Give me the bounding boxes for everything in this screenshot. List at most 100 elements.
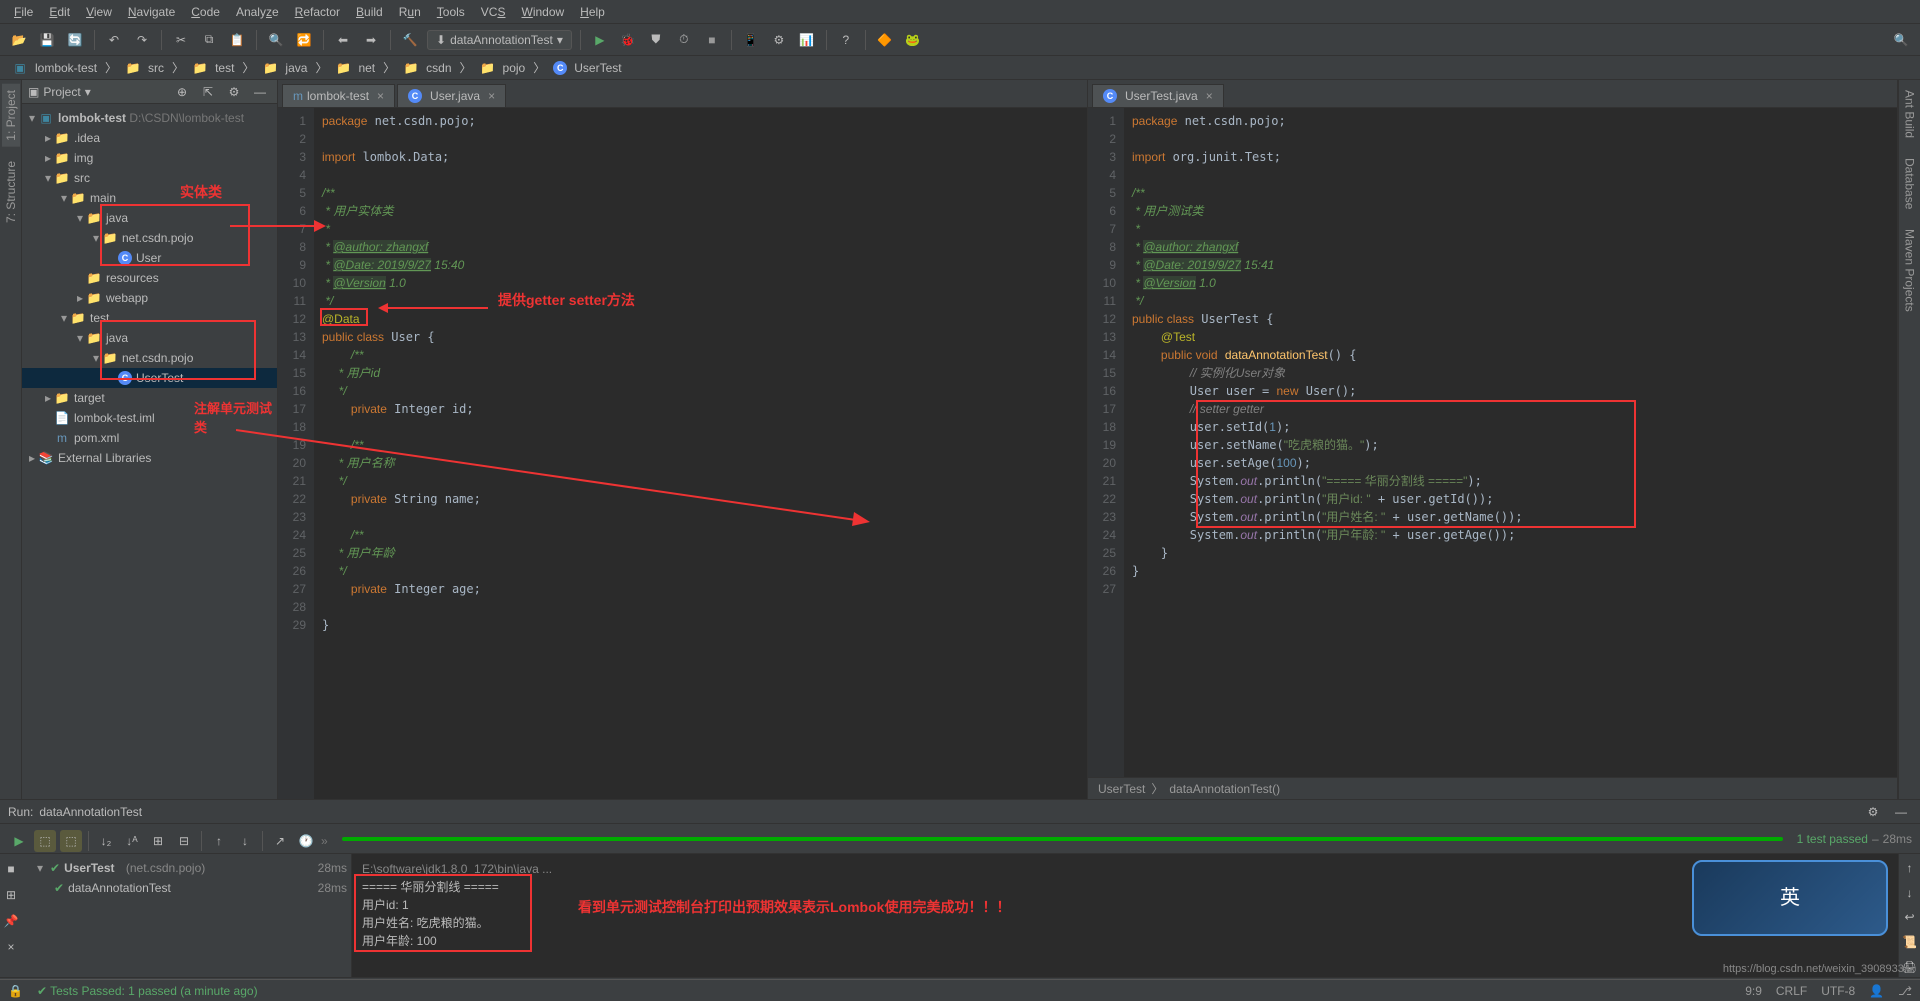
code-editor[interactable]: 1234567891011121314151617181920212223242… (1088, 108, 1897, 777)
debug-icon[interactable]: 🐞 (617, 29, 639, 51)
rerun-icon[interactable]: ▶ (8, 830, 30, 852)
gear-icon[interactable]: ⚙ (1862, 801, 1884, 823)
collapse-icon[interactable]: ⊟ (173, 830, 195, 852)
menu-navigate[interactable]: Navigate (122, 3, 181, 21)
crumb[interactable]: 📁pojo (476, 59, 530, 77)
menu-edit[interactable]: Edit (43, 3, 76, 21)
jrebel-icon[interactable]: 🔶 (874, 29, 896, 51)
open-icon[interactable]: 📂 (8, 29, 30, 51)
inspect-icon[interactable]: 👤 (1869, 984, 1884, 998)
test-tree[interactable]: ▾✔UserTest (net.csdn.pojo)28ms ✔dataAnno… (22, 854, 352, 977)
project-panel-title[interactable]: Project (43, 85, 80, 99)
crumb-root[interactable]: ▣lombok-test (8, 59, 101, 77)
find-icon[interactable]: 🔍 (265, 29, 287, 51)
tab-database[interactable]: Database (1901, 152, 1919, 215)
sort-icon[interactable]: ↓₂ (95, 830, 117, 852)
project-tree[interactable]: ▾▣lombok-test D:\CSDN\lombok-test ▸📁.ide… (22, 104, 277, 799)
chevron-down-icon[interactable]: ▾ (85, 85, 91, 99)
tab-structure[interactable]: 7: Structure (2, 155, 20, 229)
tab-lombok-test[interactable]: mlombok-test× (282, 84, 395, 107)
pin-icon[interactable]: 📌 (0, 910, 22, 932)
tab-ant[interactable]: Ant Build (1901, 84, 1919, 144)
stop-icon[interactable]: ■ (701, 29, 723, 51)
crumb[interactable]: 📁src (121, 59, 168, 77)
sort2-icon[interactable]: ↓ᴬ (121, 830, 143, 852)
crumb[interactable]: 📁test (188, 59, 238, 77)
coverage-icon[interactable]: ⛊ (645, 29, 667, 51)
close-icon[interactable]: × (0, 936, 22, 958)
save-all-icon[interactable]: 💾 (36, 29, 58, 51)
promo-banner[interactable]: 英 (1692, 860, 1888, 936)
git-icon[interactable]: ⎇ (1898, 984, 1912, 998)
undo-icon[interactable]: ↶ (103, 29, 125, 51)
stop-icon[interactable]: ■ (0, 858, 22, 880)
menu-vcs[interactable]: VCS (475, 3, 512, 21)
sync-icon[interactable]: 🔄 (64, 29, 86, 51)
profile-icon[interactable]: ⏱ (673, 29, 695, 51)
console-output[interactable]: E:\software\jdk1.8.0_172\bin\java ... ==… (352, 854, 1898, 977)
tab-user-java[interactable]: CUser.java× (397, 84, 506, 107)
scroll-icon[interactable]: 📜 (1899, 932, 1920, 953)
replace-icon[interactable]: 🔁 (293, 29, 315, 51)
run-config-selector[interactable]: ⬇ dataAnnotationTest ▾ (427, 30, 572, 50)
sdk-icon[interactable]: ⚙ (768, 29, 790, 51)
search-everywhere-icon[interactable]: 🔍 (1890, 29, 1912, 51)
tab-project[interactable]: 1: Project (2, 84, 20, 147)
history-icon[interactable]: 🕐 (295, 830, 317, 852)
hide-icon[interactable]: — (249, 81, 271, 103)
avd-icon[interactable]: 📱 (740, 29, 762, 51)
crumb-method[interactable]: dataAnnotationTest() (1169, 782, 1280, 796)
lock-icon[interactable]: 🔒 (8, 984, 23, 998)
menu-refactor[interactable]: Refactor (289, 3, 346, 21)
copy-icon[interactable]: ⧉ (198, 29, 220, 51)
menu-analyze[interactable]: Analyze (230, 3, 285, 21)
gear-icon[interactable]: ⚙ (223, 81, 245, 103)
prev-icon[interactable]: ↑ (208, 830, 230, 852)
forward-icon[interactable]: ➡ (360, 29, 382, 51)
structure-icon[interactable]: 📊 (796, 29, 818, 51)
wrap-icon[interactable]: ↩ (1899, 907, 1920, 928)
crumb[interactable]: 📁java (258, 59, 311, 77)
tab-usertest-java[interactable]: CUserTest.java× (1092, 84, 1224, 107)
close-icon[interactable]: × (1206, 89, 1213, 103)
cut-icon[interactable]: ✂ (170, 29, 192, 51)
build-icon[interactable]: 🔨 (399, 29, 421, 51)
menu-code[interactable]: Code (185, 3, 226, 21)
code-content[interactable]: package net.csdn.pojo; import lombok.Dat… (314, 108, 1087, 799)
code-editor[interactable]: 1234567891011121314151617181920212223242… (278, 108, 1087, 799)
close-icon[interactable]: × (377, 89, 384, 103)
menu-build[interactable]: Build (350, 3, 389, 21)
back-icon[interactable]: ⬅ (332, 29, 354, 51)
expand-icon[interactable]: ⊞ (147, 830, 169, 852)
up-icon[interactable]: ↑ (1899, 858, 1920, 879)
menu-view[interactable]: View (80, 3, 118, 21)
menu-tools[interactable]: Tools (431, 3, 471, 21)
hide-icon[interactable]: — (1890, 801, 1912, 823)
encoding[interactable]: UTF-8 (1821, 984, 1855, 998)
help-icon[interactable]: ? (835, 29, 857, 51)
down-icon[interactable]: ↓ (1899, 883, 1920, 904)
line-sep[interactable]: CRLF (1776, 984, 1807, 998)
redo-icon[interactable]: ↷ (131, 29, 153, 51)
caret-pos[interactable]: 9:9 (1745, 984, 1762, 998)
crumb[interactable]: CUserTest (549, 60, 625, 76)
export-icon[interactable]: ↗ (269, 830, 291, 852)
code-content[interactable]: package net.csdn.pojo; import org.junit.… (1124, 108, 1897, 777)
next-icon[interactable]: ↓ (234, 830, 256, 852)
tab-maven[interactable]: Maven Projects (1901, 223, 1919, 318)
layout-icon[interactable]: ⊞ (0, 884, 22, 906)
scroll-from-source-icon[interactable]: ⊕ (171, 81, 193, 103)
paste-icon[interactable]: 📋 (226, 29, 248, 51)
menu-help[interactable]: Help (574, 3, 611, 21)
crumb-class[interactable]: UserTest (1098, 782, 1145, 796)
toggle-auto2-icon[interactable]: ⬚ (60, 830, 82, 852)
menu-file[interactable]: FFileile (8, 3, 39, 21)
crumb[interactable]: 📁net (331, 59, 379, 77)
collapse-all-icon[interactable]: ⇱ (197, 81, 219, 103)
run-icon[interactable]: ▶ (589, 29, 611, 51)
toggle-auto-icon[interactable]: ⬚ (34, 830, 56, 852)
menu-run[interactable]: Run (393, 3, 427, 21)
close-icon[interactable]: × (488, 89, 495, 103)
xrebel-icon[interactable]: 🐸 (902, 29, 924, 51)
crumb[interactable]: 📁csdn (399, 59, 455, 77)
